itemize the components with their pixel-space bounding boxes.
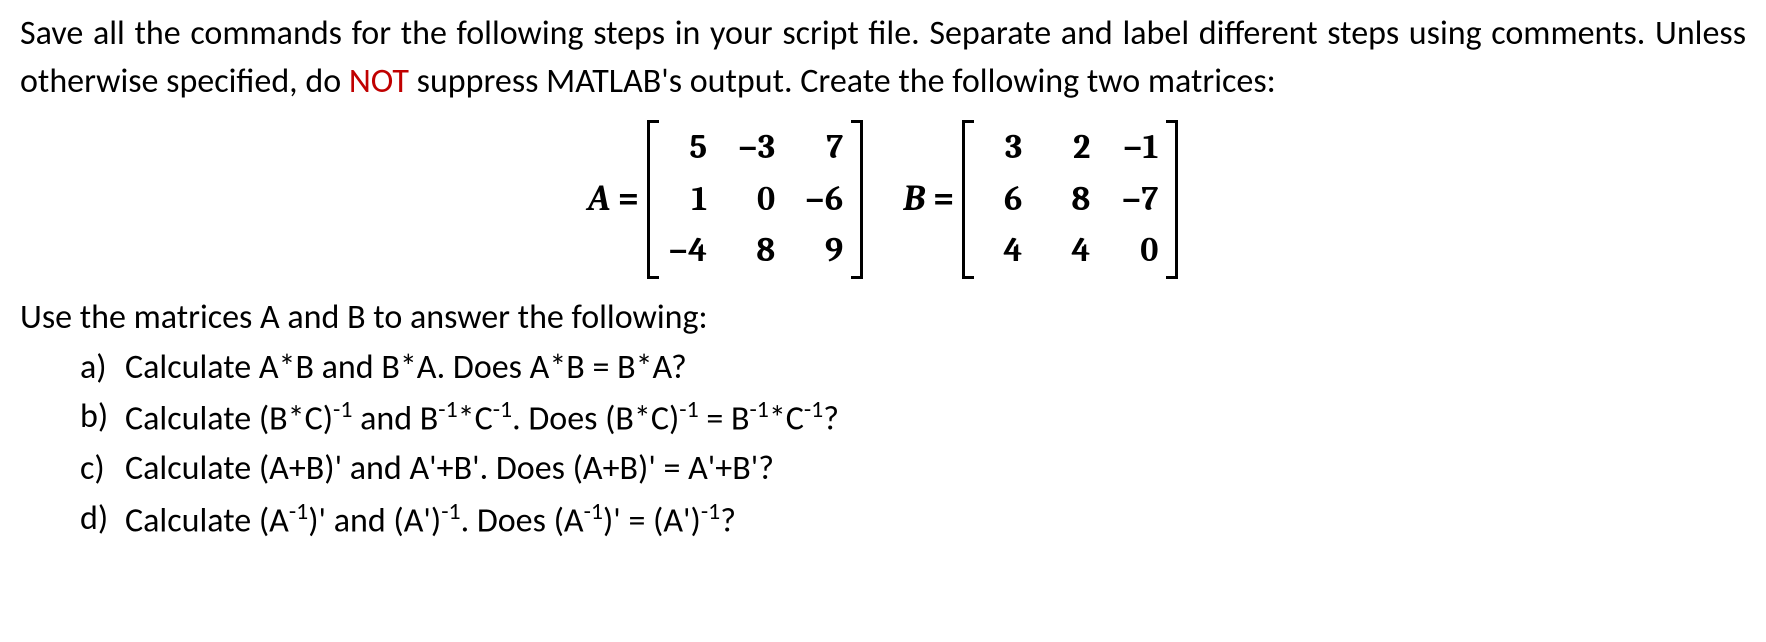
matrix-cell: 6 (982, 176, 1022, 224)
matrix-b: 3 2 −1 6 8 −7 4 4 0 (962, 120, 1178, 279)
matrix-a-label: A (588, 174, 610, 224)
intro-paragraph: Save all the commands for the following … (20, 10, 1746, 105)
matrix-cell: 9 (803, 227, 843, 275)
question-letter: d) (80, 495, 125, 545)
matrix-cell: −4 (667, 227, 707, 275)
matrix-cell: 0 (735, 176, 775, 224)
not-word: NOT (349, 61, 409, 102)
matrix-cell: 0 (1118, 227, 1158, 275)
question-text: Calculate A*B and B*A. Does A*B = B*A? (125, 344, 687, 392)
matrix-cell: 3 (982, 124, 1022, 172)
matrix-cell: 1 (667, 176, 707, 224)
equals-sign: = (933, 174, 954, 224)
matrix-a-expression: A = 5 −3 7 1 0 −6 −4 8 9 (588, 120, 863, 279)
matrix-b-body: 3 2 −1 6 8 −7 4 4 0 (974, 120, 1166, 279)
matrix-cell: 4 (982, 227, 1022, 275)
matrix-cell: 8 (735, 227, 775, 275)
question-letter: c) (80, 445, 125, 493)
matrix-cell: 5 (667, 124, 707, 172)
bracket-right (851, 120, 863, 279)
list-item: c) Calculate (A+B)' and A'+B'. Does (A+B… (80, 445, 1746, 493)
intro-text-2: suppress MATLAB's output. Create the fol… (409, 61, 1276, 102)
matrix-cell: 8 (1050, 176, 1090, 224)
matrix-a: 5 −3 7 1 0 −6 −4 8 9 (647, 120, 863, 279)
question-text: Calculate (B*C)-1 and B-1*C-1. Does (B*C… (125, 393, 839, 443)
bracket-left (647, 120, 659, 279)
matrix-cell: 2 (1050, 124, 1090, 172)
list-item: d) Calculate (A-1)' and (A')-1. Does (A-… (80, 495, 1746, 545)
list-item: a) Calculate A*B and B*A. Does A*B = B*A… (80, 344, 1746, 392)
matrix-cell: −3 (735, 124, 775, 172)
matrix-cell: 7 (803, 124, 843, 172)
equals-sign: = (618, 174, 639, 224)
subheading: Use the matrices A and B to answer the f… (20, 294, 1746, 342)
bracket-right (1166, 120, 1178, 279)
question-letter: b) (80, 393, 125, 443)
matrices-row: A = 5 −3 7 1 0 −6 −4 8 9 B = 3 2 (20, 120, 1746, 279)
matrix-a-body: 5 −3 7 1 0 −6 −4 8 9 (659, 120, 851, 279)
question-letter: a) (80, 344, 125, 392)
matrix-b-label: B (903, 174, 925, 224)
list-item: b) Calculate (B*C)-1 and B-1*C-1. Does (… (80, 393, 1746, 443)
matrix-cell: 4 (1050, 227, 1090, 275)
question-text: Calculate (A+B)' and A'+B'. Does (A+B)' … (125, 445, 774, 493)
bracket-left (962, 120, 974, 279)
matrix-cell: −7 (1118, 176, 1158, 224)
question-text: Calculate (A-1)' and (A')-1. Does (A-1)'… (125, 495, 736, 545)
question-list: a) Calculate A*B and B*A. Does A*B = B*A… (20, 344, 1746, 545)
matrix-cell: −1 (1118, 124, 1158, 172)
matrix-b-expression: B = 3 2 −1 6 8 −7 4 4 0 (903, 120, 1178, 279)
matrix-cell: −6 (803, 176, 843, 224)
